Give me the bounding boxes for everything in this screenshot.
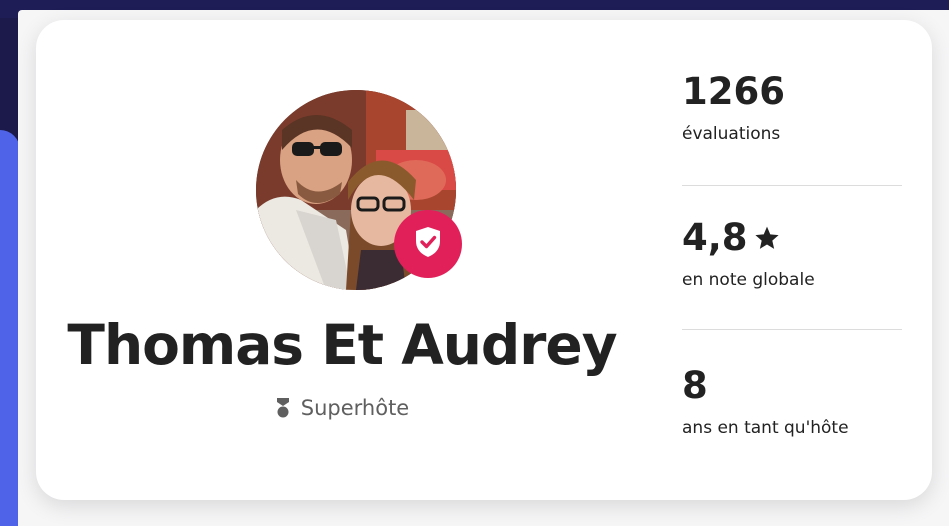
host-identity: Thomas Et Audrey Superhôte [36,20,648,500]
shield-check-icon [413,225,443,263]
host-profile-card[interactable]: Thomas Et Audrey Superhôte 1266 évaluati… [36,20,932,500]
divider [682,329,902,330]
stat-reviews[interactable]: 1266 évaluations [682,72,902,145]
stat-value: 8 [682,366,902,406]
superhost-label: Superhôte [300,396,410,420]
stat-label: en note globale [682,270,815,290]
years-value: 8 [682,364,708,407]
reviews-count: 1266 [682,70,785,113]
stat-label: évaluations [682,124,781,144]
stat-rating: 4,8 en note globale [682,218,902,291]
superhost-badge: Superhôte [36,396,648,420]
superhost-trophy-icon [275,397,291,419]
stat-value: 1266 [682,72,902,112]
stat-label: ans en tant qu'hôte [682,418,849,438]
star-icon [754,225,780,251]
stat-years: 8 ans en tant qu'hôte [682,366,902,439]
verified-badge [394,210,462,278]
host-name: Thomas Et Audrey [67,313,617,377]
rating-value: 4,8 [682,216,748,259]
page-side-band [0,130,20,526]
avatar-container [256,90,462,290]
divider [682,185,902,186]
stat-value: 4,8 [682,218,902,258]
